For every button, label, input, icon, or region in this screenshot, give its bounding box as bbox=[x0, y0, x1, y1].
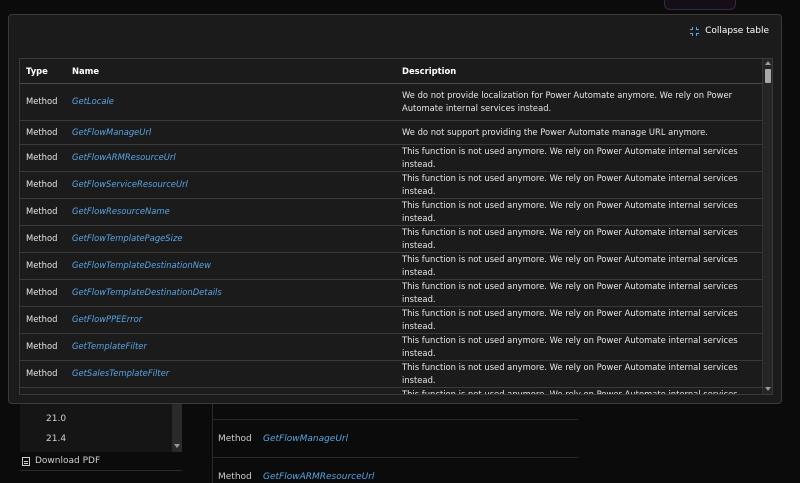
row-description: This function is not used anymore. We re… bbox=[396, 360, 762, 388]
divider bbox=[20, 470, 182, 471]
collapse-icon bbox=[690, 26, 700, 36]
row-name: GetFlowServiceResourceUrl bbox=[66, 171, 396, 199]
row-name-link[interactable]: GetLocale bbox=[72, 96, 114, 106]
table-row bbox=[213, 402, 578, 420]
header-type: Type bbox=[20, 59, 66, 84]
row-name: GetFlowTemplateDestinationDetails bbox=[66, 279, 396, 307]
row-name-link[interactable]: GetFlowTemplateDestinationDetails bbox=[72, 287, 222, 297]
table-row: Method GetFlowTemplateDestinationNew This … bbox=[20, 252, 762, 280]
table-row: Method GetFlowPPEError This function is no… bbox=[20, 306, 762, 334]
pdf-icon bbox=[22, 456, 30, 466]
table-body: Method GetLocale We do not provide localiz… bbox=[20, 83, 762, 394]
table-row: Method GetFlowManageUrl bbox=[213, 420, 578, 458]
row-type: Method bbox=[20, 306, 66, 334]
row-description: This function is not used anymore. We re… bbox=[396, 144, 762, 172]
row-name-link[interactable]: GetFlowServiceResourceUrl bbox=[72, 179, 188, 189]
row-description: This function is not used anymore. We re… bbox=[396, 252, 762, 280]
table-row: Method GetTemplateFilter This function is … bbox=[20, 333, 762, 361]
table-row: Method GetFlowResourceName This function i… bbox=[20, 198, 762, 226]
row-name: GetPurchasingTemplateFilter bbox=[66, 387, 396, 394]
row-name-link[interactable]: GetFlowResourceName bbox=[72, 206, 170, 216]
version-item[interactable]: 21.0 bbox=[46, 414, 66, 424]
row-type: Method bbox=[20, 120, 66, 145]
table-row: MethodGetPurchasingTemplateFilterThis fu… bbox=[20, 387, 762, 394]
version-sidebar: 21.0 21.4 bbox=[0, 400, 200, 483]
row-name: GetLocale bbox=[66, 83, 396, 121]
row-name: GetFlowTemplatePageSize bbox=[66, 225, 396, 253]
header-name: Name bbox=[66, 59, 396, 84]
row-type: Method bbox=[20, 360, 66, 388]
table-row: Method GetLocale We do not provide localiz… bbox=[20, 83, 762, 121]
header-description: Description bbox=[396, 59, 762, 84]
version-item[interactable]: 21.4 bbox=[46, 434, 66, 444]
version-list: 21.0 21.4 bbox=[20, 400, 182, 452]
table-row: Method GetFlowTemplateDestinationDetails T… bbox=[20, 279, 762, 307]
row-name-link[interactable]: GetFlowPPEError bbox=[72, 314, 142, 324]
sidebar-scrollbar[interactable] bbox=[172, 400, 182, 452]
row-description: This function is not used anymore. We re… bbox=[396, 306, 762, 334]
expanded-table-dialog: Collapse table Type Name Description Met… bbox=[8, 14, 782, 404]
table-row: Method GetFlowServiceResourceUrl This func… bbox=[20, 171, 762, 199]
row-type: Method bbox=[20, 144, 66, 172]
table-row: Method GetFlowARMResourceUrl This function… bbox=[20, 144, 762, 172]
table-row: Method GetFlowARMResourceUrl bbox=[213, 458, 578, 483]
download-pdf-link[interactable]: Download PDF bbox=[22, 456, 100, 466]
row-type: Method bbox=[20, 83, 66, 121]
row-name-link[interactable]: GetFlowManageUrl bbox=[263, 434, 348, 444]
table-row: Method GetSalesTemplateFilter This functio… bbox=[20, 360, 762, 388]
row-name-link[interactable]: GetFlowARMResourceUrl bbox=[72, 152, 176, 162]
row-name-link[interactable]: GetFlowManageUrl bbox=[72, 127, 151, 137]
collapse-table-label: Collapse table bbox=[705, 26, 769, 36]
table-container[interactable]: Type Name Description Method GetLocale We … bbox=[19, 58, 773, 395]
scroll-down-arrow-icon[interactable] bbox=[174, 444, 180, 448]
row-type: Method bbox=[20, 333, 66, 361]
row-description: This function is not used anymore. We re… bbox=[396, 198, 762, 226]
table-header-row: Type Name Description bbox=[20, 59, 762, 84]
row-name-link[interactable]: GetTemplateFilter bbox=[72, 341, 147, 351]
row-description: This function is not used anymore. We re… bbox=[396, 279, 762, 307]
scroll-up-arrow-icon[interactable] bbox=[765, 61, 771, 65]
row-name: GetFlowPPEError bbox=[66, 306, 396, 334]
row-type: Method bbox=[218, 433, 252, 444]
row-description: This function is not used anymore. We re… bbox=[396, 387, 762, 394]
row-type: Method bbox=[20, 198, 66, 226]
row-description: We do not support providing the Power Au… bbox=[396, 120, 762, 145]
row-name-link[interactable]: GetFlowTemplateDestinationNew bbox=[72, 260, 211, 270]
table-row: Method GetFlowTemplatePageSize This functi… bbox=[20, 225, 762, 253]
obsolete-members-table: Type Name Description Method GetLocale We … bbox=[20, 59, 762, 394]
row-description: This function is not used anymore. We re… bbox=[396, 225, 762, 253]
row-description: We do not provide localization for Power… bbox=[396, 83, 762, 121]
row-name: GetFlowManageUrl bbox=[66, 120, 396, 145]
row-name: GetFlowARMResourceUrl bbox=[66, 144, 396, 172]
row-type: Method bbox=[20, 252, 66, 280]
row-type: Method bbox=[20, 387, 66, 394]
row-type: Method bbox=[20, 171, 66, 199]
row-name-link[interactable]: GetFlowTemplatePageSize bbox=[72, 233, 183, 243]
table-row: Method GetFlowManageUrl We do not support … bbox=[20, 120, 762, 145]
background-table: Method GetFlowManageUrl Method GetFlowAR… bbox=[213, 402, 578, 483]
download-pdf-label: Download PDF bbox=[35, 456, 101, 466]
row-name: GetTemplateFilter bbox=[66, 333, 396, 361]
scroll-down-arrow-icon[interactable] bbox=[765, 387, 771, 391]
row-description: This function is not used anymore. We re… bbox=[396, 171, 762, 199]
row-type: Method bbox=[20, 225, 66, 253]
account-button[interactable] bbox=[664, 0, 736, 10]
row-name-link[interactable]: GetFlowARMResourceUrl bbox=[263, 472, 374, 482]
row-name: GetFlowResourceName bbox=[66, 198, 396, 226]
row-name-link[interactable]: GetSalesTemplateFilter bbox=[72, 368, 169, 378]
row-type: Method bbox=[20, 279, 66, 307]
row-description: This function is not used anymore. We re… bbox=[396, 333, 762, 361]
table-scrollbar[interactable] bbox=[762, 59, 772, 394]
row-name: GetSalesTemplateFilter bbox=[66, 360, 396, 388]
collapse-table-button[interactable]: Collapse table bbox=[690, 26, 769, 36]
row-type: Method bbox=[218, 471, 252, 482]
scrollbar-thumb[interactable] bbox=[765, 69, 771, 83]
row-name: GetFlowTemplateDestinationNew bbox=[66, 252, 396, 280]
